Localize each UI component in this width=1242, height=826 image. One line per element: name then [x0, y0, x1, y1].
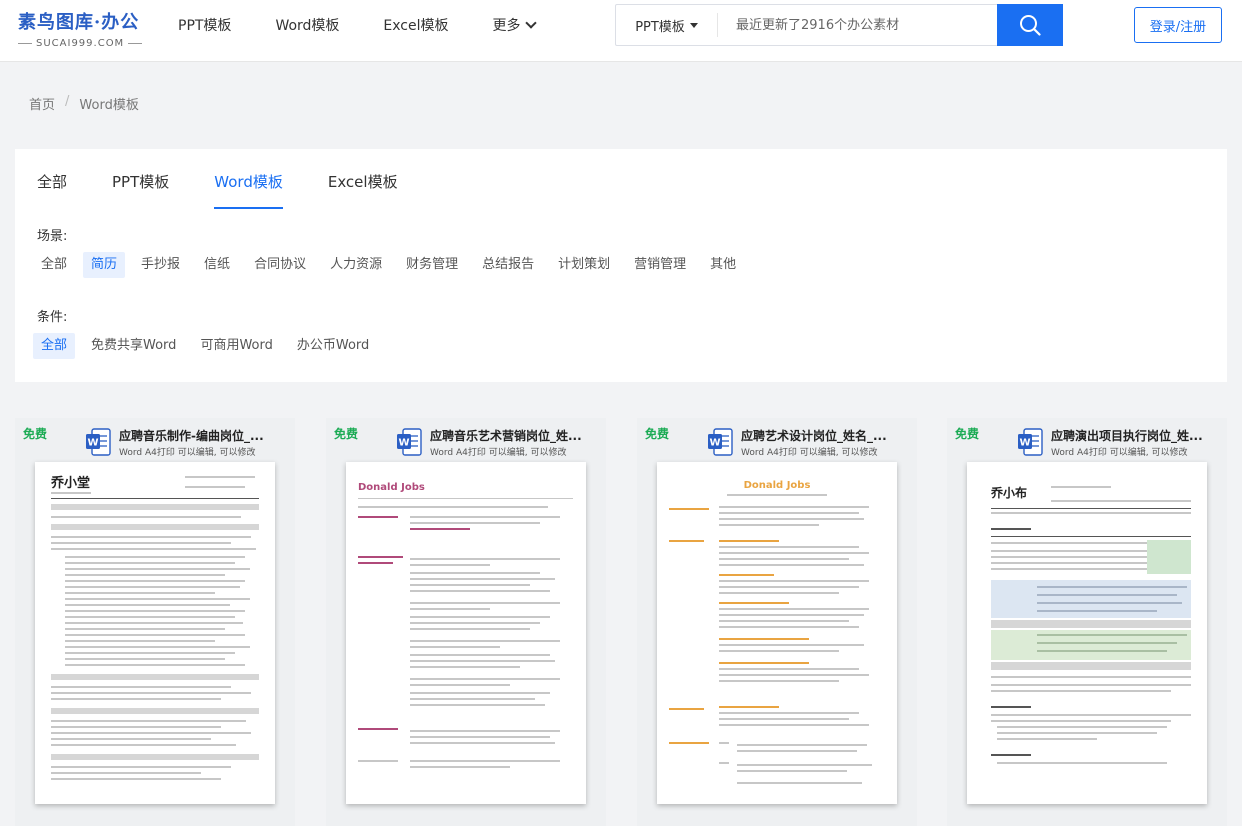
word-file-icon: W — [1018, 428, 1043, 456]
template-card[interactable]: 免费 W 应聘音乐艺术营销岗位_姓... Word A4打印 可以编辑, 可以修… — [326, 418, 606, 826]
word-file-icon: W — [397, 428, 422, 456]
doc-name: Donald Jobs — [743, 480, 811, 491]
search-icon — [1020, 15, 1041, 36]
nav-item-excel[interactable]: Excel模板 — [383, 15, 448, 35]
nav-item-word[interactable]: Word模板 — [275, 15, 339, 35]
template-preview[interactable]: 乔小堂 — [35, 462, 275, 804]
nav-item-more[interactable]: 更多 — [493, 15, 537, 35]
category-tabs: 全部 PPT模板 Word模板 Excel模板 — [37, 169, 443, 209]
condition-chip[interactable]: 全部 — [33, 333, 76, 359]
card-title[interactable]: 应聘艺术设计岗位_姓名_... — [741, 427, 887, 444]
tab-ppt[interactable]: PPT模板 — [112, 169, 169, 209]
doc-name: Donald Jobs — [358, 482, 425, 493]
template-preview[interactable]: Donald Jobs — [657, 462, 897, 804]
free-badge: 免费 — [645, 427, 670, 441]
chevron-down-icon — [524, 17, 537, 29]
search-bar: PPT模板 — [615, 4, 1063, 46]
free-badge: 免费 — [955, 427, 980, 441]
card-subtitle: Word A4打印 可以编辑, 可以修改 — [119, 448, 256, 458]
card-title[interactable]: 应聘音乐制作-编曲岗位_... — [119, 427, 264, 444]
filter-panel: 全部 PPT模板 Word模板 Excel模板 场景: 全部 简历 手抄报 信纸… — [15, 149, 1227, 382]
breadcrumb-separator: / — [65, 94, 70, 109]
search-type-select[interactable]: PPT模板 — [616, 13, 718, 37]
scene-chip[interactable]: 其他 — [702, 252, 744, 278]
condition-label: 条件: — [37, 310, 68, 325]
scene-chips: 全部 简历 手抄报 信纸 合同协议 人力资源 财务管理 总结报告 计划策划 营销… — [33, 252, 752, 278]
login-register-button[interactable]: 登录/注册 — [1134, 7, 1222, 43]
doc-name: 乔小堂 — [51, 476, 91, 491]
scene-chip[interactable]: 信纸 — [196, 252, 238, 278]
scene-chip[interactable]: 人力资源 — [322, 252, 390, 278]
scene-chip[interactable]: 手抄报 — [133, 252, 188, 278]
scene-chip[interactable]: 合同协议 — [246, 252, 314, 278]
nav-item-ppt[interactable]: PPT模板 — [178, 15, 231, 35]
free-badge: 免费 — [334, 427, 359, 441]
scene-chip[interactable]: 简历 — [83, 252, 126, 278]
scene-chip[interactable]: 计划策划 — [550, 252, 618, 278]
template-preview[interactable]: Donald Jobs — [346, 462, 586, 804]
svg-text:W: W — [1019, 438, 1030, 449]
template-card[interactable]: 免费 W 应聘演出项目执行岗位_姓... Word A4打印 可以编辑, 可以修… — [947, 418, 1227, 826]
condition-chip[interactable]: 可商用Word — [192, 333, 280, 359]
top-header: 素鸟图库·办公 SUCAI999.COM PPT模板 Word模板 Excel模… — [0, 0, 1242, 62]
tab-all[interactable]: 全部 — [37, 169, 67, 209]
condition-chip[interactable]: 办公币Word — [289, 333, 377, 359]
scene-chip[interactable]: 总结报告 — [474, 252, 542, 278]
breadcrumb: 首页 / Word模板 — [29, 94, 139, 113]
template-preview[interactable]: 乔小布 — [967, 462, 1207, 804]
tab-excel[interactable]: Excel模板 — [328, 169, 398, 209]
card-title[interactable]: 应聘音乐艺术营销岗位_姓... — [430, 427, 582, 444]
site-logo[interactable]: 素鸟图库·办公 SUCAI999.COM — [18, 8, 158, 49]
svg-text:W: W — [398, 438, 409, 449]
logo-main-text: 素鸟图库·办公 — [18, 12, 140, 33]
condition-chip[interactable]: 免费共享Word — [83, 333, 184, 359]
svg-text:W: W — [87, 438, 98, 449]
card-subtitle: Word A4打印 可以编辑, 可以修改 — [1051, 448, 1188, 458]
scene-label: 场景: — [37, 229, 68, 244]
card-subtitle: Word A4打印 可以编辑, 可以修改 — [741, 448, 878, 458]
word-file-icon: W — [708, 428, 733, 456]
breadcrumb-home[interactable]: 首页 — [29, 94, 55, 113]
svg-text:W: W — [709, 438, 720, 449]
tab-word[interactable]: Word模板 — [214, 169, 283, 209]
card-subtitle: Word A4打印 可以编辑, 可以修改 — [430, 448, 567, 458]
free-badge: 免费 — [23, 427, 48, 441]
template-card[interactable]: 免费 W 应聘艺术设计岗位_姓名_... Word A4打印 可以编辑, 可以修… — [637, 418, 917, 826]
doc-name: 乔小布 — [991, 486, 1028, 500]
scene-chip[interactable]: 全部 — [33, 252, 75, 278]
scene-chip[interactable]: 财务管理 — [398, 252, 466, 278]
search-input[interactable] — [718, 5, 997, 45]
scene-chip[interactable]: 营销管理 — [626, 252, 694, 278]
main-nav: PPT模板 Word模板 Excel模板 更多 — [178, 0, 579, 50]
card-title[interactable]: 应聘演出项目执行岗位_姓... — [1051, 427, 1203, 444]
word-file-icon: W — [86, 428, 111, 456]
search-button[interactable] — [997, 4, 1063, 46]
breadcrumb-current: Word模板 — [79, 98, 139, 113]
caret-down-icon — [689, 22, 698, 28]
logo-sub-text: SUCAI999.COM — [18, 38, 158, 49]
condition-chips: 全部 免费共享Word 可商用Word 办公币Word — [33, 333, 385, 359]
template-card[interactable]: 免费 W 应聘音乐制作-编曲岗位_... Word A4打印 可以编辑, 可以修… — [15, 418, 295, 826]
